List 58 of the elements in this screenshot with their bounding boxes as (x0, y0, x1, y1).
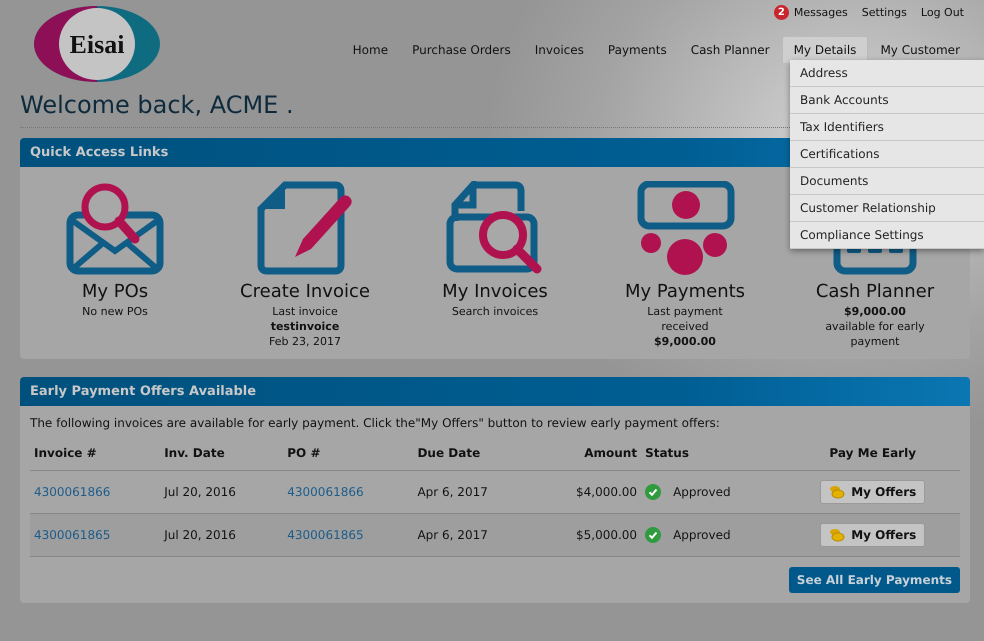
quick-link-detail: Last invoice (272, 304, 338, 319)
quick-link-detail: No new POs (82, 304, 148, 319)
status-text: Approved (673, 528, 731, 542)
nav-tab[interactable]: My Details (782, 36, 868, 63)
see-all-button[interactable]: See All Early Payments (788, 567, 960, 593)
quick-link-detail: Search invoices (452, 304, 538, 319)
column-header: Inv. Date (160, 436, 284, 470)
logo[interactable]: Eisai (33, 5, 161, 83)
status-text: Approved (673, 485, 731, 499)
quick-link-detail: received (661, 319, 709, 334)
table-cell: $5,000.00 (534, 514, 642, 556)
quick-link-detail: Feb 23, 2017 (269, 334, 341, 349)
top-link[interactable]: Log Out (920, 6, 964, 19)
column-header: Status (641, 436, 786, 470)
table-cell: Apr 6, 2017 (413, 514, 534, 556)
top-link[interactable]: Messages (794, 6, 848, 19)
menu-item[interactable]: Tax Identifiers (790, 114, 984, 141)
quick-link-title[interactable]: Create Invoice (240, 281, 370, 302)
nav-tab[interactable]: Cash Planner (678, 36, 782, 63)
message-count-badge: 2 (774, 5, 789, 20)
check-icon (645, 527, 662, 543)
quick-link-title[interactable]: My Payments (624, 281, 746, 302)
coins-icon (829, 528, 846, 542)
menu-item[interactable]: Bank Accounts (790, 87, 984, 114)
panel-title: Early Payment Offers Available (20, 377, 970, 406)
check-icon (645, 484, 662, 500)
quick-link-title[interactable]: Cash Planner (816, 281, 934, 302)
my-offers-button[interactable]: My Offers (820, 523, 926, 547)
column-header: Pay Me Early (785, 436, 960, 470)
column-header: Invoice # (30, 436, 160, 470)
nav-tab[interactable]: My Customer (868, 36, 972, 63)
currency-icon (635, 181, 735, 275)
envelope-magnifier-icon (65, 181, 165, 275)
menu-item[interactable]: Compliance Settings (790, 222, 984, 249)
intro-text: The following invoices are available for early payment. Click the"My Offers" button to review early payment offers: (29, 415, 721, 432)
column-header: Due Date (413, 436, 534, 470)
nav-tab[interactable]: Home (340, 36, 400, 63)
coins-icon (829, 485, 846, 499)
column-header: Amount (534, 436, 642, 470)
quick-link-detail: Last payment (647, 304, 723, 319)
quick-link-title[interactable]: My Invoices (442, 281, 548, 302)
nav-tab[interactable]: Purchase Orders (400, 36, 523, 63)
menu-item[interactable]: Certifications (790, 141, 984, 168)
quick-link-detail: $9,000.00 (654, 334, 716, 349)
menu-item[interactable]: Address (790, 60, 984, 87)
quick-link-detail: payment (850, 334, 900, 349)
quick-link-detail: $9,000.00 (844, 304, 906, 319)
table-cell: Jul 20, 2016 (160, 514, 284, 556)
quick-link-detail: testinvoice (270, 319, 340, 334)
nav-tab[interactable]: Payments (596, 36, 679, 63)
top-link[interactable]: Settings (862, 6, 907, 19)
menu-item[interactable]: Documents (790, 168, 984, 195)
quick-link-detail: available for early (825, 319, 925, 334)
menu-item[interactable]: Customer Relationship (790, 195, 984, 222)
nav-tab[interactable]: Invoices (522, 36, 596, 63)
my-offers-button[interactable]: My Offers (820, 480, 926, 504)
quick-link-title[interactable]: My POs (82, 281, 148, 302)
column-header: PO # (283, 436, 414, 470)
